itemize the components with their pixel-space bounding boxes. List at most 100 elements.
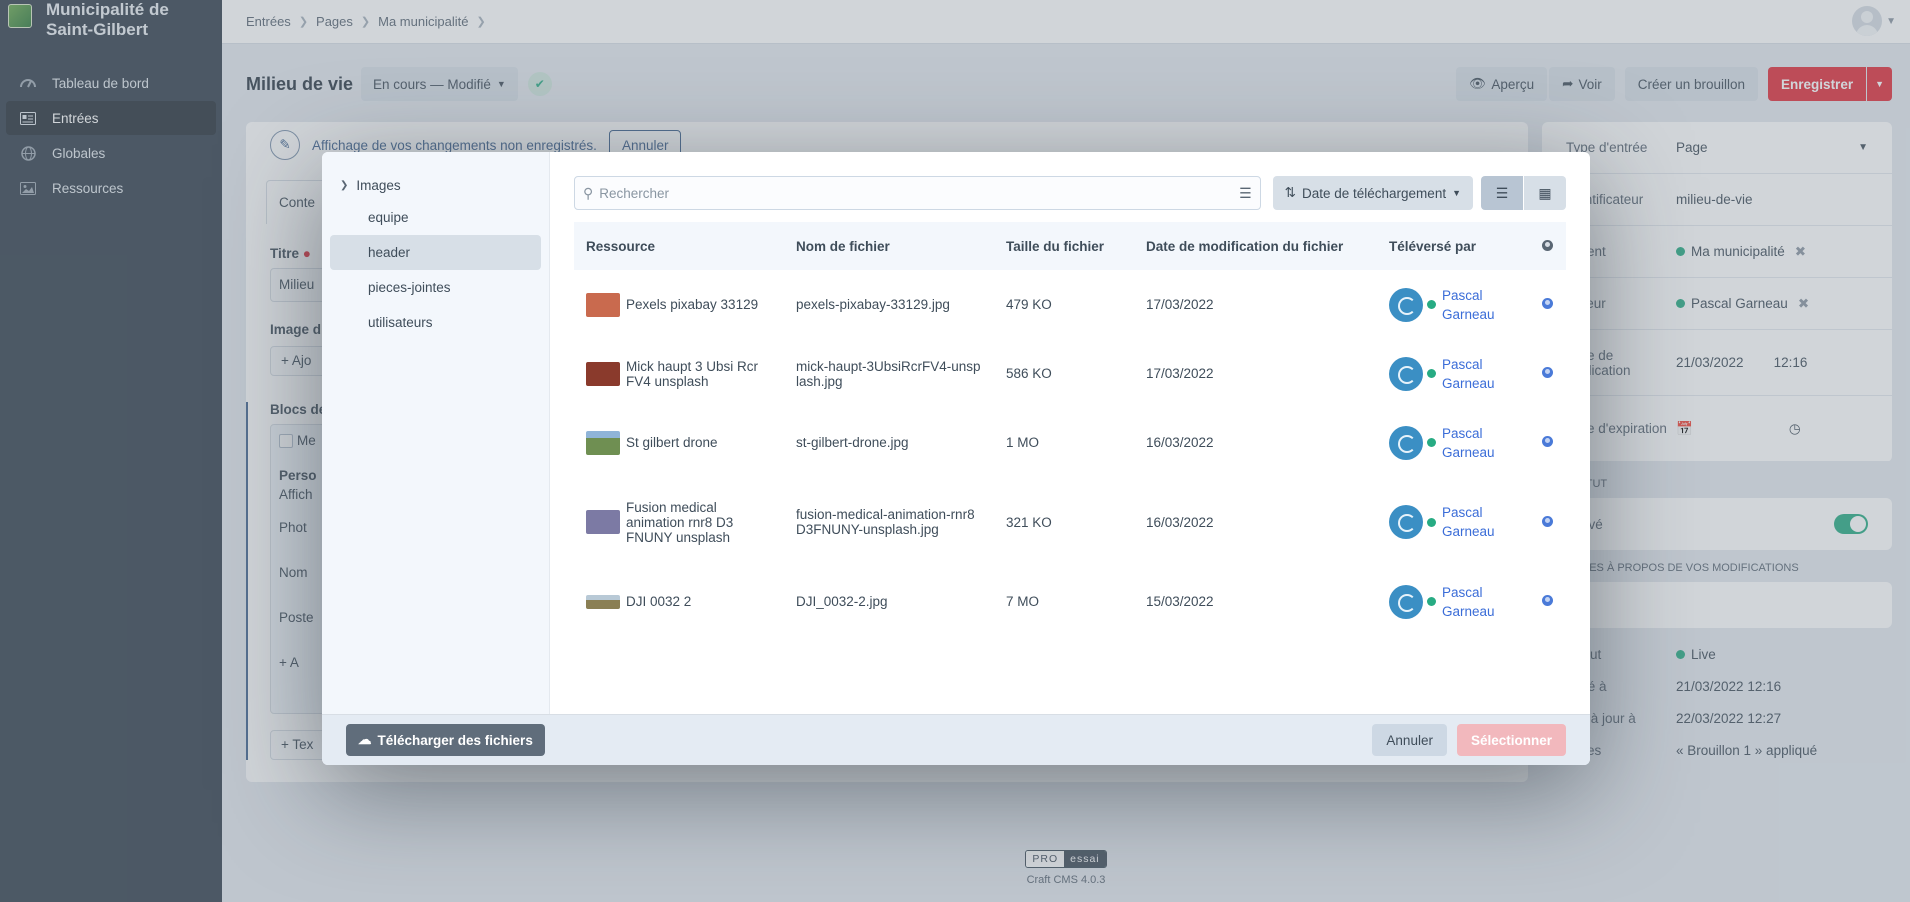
sort-label: Date de téléchargement [1301,185,1447,201]
asset-title: DJI 0032 2 [626,594,692,609]
asset-thumbnail [586,361,620,386]
cell-resource: DJI 0032 2 [574,567,784,636]
source-label: equipe [368,210,409,225]
cell-date: 17/03/2022 [1146,297,1214,312]
source-header[interactable]: header [330,235,541,270]
cell-filename: st-gilbert-drone.jpg [796,435,909,450]
source-label: pieces-jointes [368,280,451,295]
table-row[interactable]: Fusion medical animation rnr8 D3 FNUNY u… [574,477,1566,567]
search-input[interactable] [599,185,1240,201]
search-box[interactable]: ⚲ ☰ [574,176,1261,210]
asset-thumbnail [586,510,620,534]
modal-actions: Annuler Sélectionner [1372,724,1566,756]
status-dot [1427,369,1436,378]
uploader-link[interactable]: Pascal Garneau [1442,355,1502,393]
table-body: Pexels pixabay 33129 pexels-pixabay-3312… [574,270,1566,636]
assets-table: Ressource Nom de fichier Taille du fichi… [574,222,1566,636]
grid-view-button[interactable]: ▦ [1524,176,1566,210]
cell-uploader: Pascal Garneau [1377,408,1530,477]
table-row[interactable]: DJI 0032 2 DJI_0032-2.jpg 7 MO 15/03/202… [574,567,1566,636]
filter-icon[interactable]: ☰ [1239,185,1252,202]
user-avatar [1389,584,1423,619]
table-row[interactable]: St gilbert drone st-gilbert-drone.jpg 1 … [574,408,1566,477]
cell-site [1530,408,1566,477]
asset-selector-modal: ❯ Images equipe header pieces-jointes ut… [322,152,1590,765]
sort-button[interactable]: ⇅ Date de téléchargement ▼ [1272,176,1473,210]
cell-resource: Fusion medical animation rnr8 D3 FNUNY u… [574,477,784,567]
grid-icon: ▦ [1538,184,1552,201]
modal-footer: ☁ Télécharger des fichiers Annuler Sélec… [322,714,1590,765]
asset-title: Fusion medical animation rnr8 D3 FNUNY u… [626,499,734,545]
col-site[interactable] [1530,222,1566,270]
cell-resource: St gilbert drone [574,408,784,477]
cell-date: 16/03/2022 [1146,514,1214,530]
asset-title: Pexels pixabay 33129 [626,297,759,312]
cell-uploader: Pascal Garneau [1377,270,1530,339]
table-header: Ressource Nom de fichier Taille du fichi… [574,222,1566,270]
view-toggle: ☰ ▦ [1481,176,1566,210]
col-uploaded-by[interactable]: Téléversé par [1377,222,1530,270]
col-modified[interactable]: Date de modification du fichier [1134,222,1377,270]
col-filename[interactable]: Nom de fichier [784,222,994,270]
list-icon: ☰ [1495,184,1509,201]
user-avatar [1389,505,1423,539]
asset-toolbar: ⚲ ☰ ⇅ Date de téléchargement ▼ ☰ ▦ [574,176,1566,210]
chevron-down-icon[interactable]: ❯ [340,180,348,191]
cell-size: 7 MO [1006,594,1040,609]
uploader-link[interactable]: Pascal Garneau [1442,503,1502,541]
sort-icon: ⇅ [1284,185,1296,200]
status-dot [1427,438,1436,447]
globe-icon [1542,436,1553,447]
col-resource[interactable]: Ressource [574,222,784,270]
asset-title: St gilbert drone [626,435,718,450]
source-label: utilisateurs [368,315,433,330]
cancel-button[interactable]: Annuler [1372,724,1447,756]
cell-filename: mick-haupt-3UbsiRcrFV4-unsplash.jpg [796,358,981,389]
globe-icon [1542,239,1553,251]
user-avatar [1389,287,1423,322]
cell-filename: DJI_0032-2.jpg [796,594,888,609]
status-dot [1427,597,1436,606]
uploader-link[interactable]: Pascal Garneau [1442,583,1502,621]
cell-uploader: Pascal Garneau [1377,567,1530,636]
source-root-images[interactable]: ❯ Images [322,170,549,200]
select-label: Sélectionner [1470,732,1552,748]
source-equipe[interactable]: equipe [330,200,541,235]
cell-date: 15/03/2022 [1146,594,1214,609]
globe-icon [1542,298,1553,309]
cell-site [1530,477,1566,567]
table-row[interactable]: Pexels pixabay 33129 pexels-pixabay-3312… [574,270,1566,339]
asset-thumbnail [586,594,620,609]
select-button[interactable]: Sélectionner [1456,724,1566,756]
uploader-link[interactable]: Pascal Garneau [1442,424,1502,462]
cell-filename: fusion-medical-animation-rnr8D3FNUNY-uns… [796,507,975,537]
asset-thumbnail [586,292,620,317]
col-size[interactable]: Taille du fichier [994,222,1134,270]
asset-sources: ❯ Images equipe header pieces-jointes ut… [322,152,550,714]
list-view-button[interactable]: ☰ [1481,176,1523,210]
cell-size: 321 KO [1006,514,1052,530]
cell-site [1530,567,1566,636]
cell-filename: pexels-pixabay-33129.jpg [796,297,950,312]
cloud-upload-icon: ☁ [358,732,372,747]
cell-size: 586 KO [1006,366,1052,381]
uploader-link[interactable]: Pascal Garneau [1442,286,1502,324]
source-pieces-jointes[interactable]: pieces-jointes [330,270,541,305]
asset-thumbnail [586,430,620,455]
upload-files-button[interactable]: ☁ Télécharger des fichiers [346,724,545,756]
user-avatar [1389,356,1423,391]
cell-resource: Pexels pixabay 33129 [574,270,784,339]
status-dot [1427,300,1436,309]
source-utilisateurs[interactable]: utilisateurs [330,305,541,340]
cell-resource: Mick haupt 3 Ubsi Rcr FV4 unsplash [574,339,784,408]
globe-icon [1542,515,1553,527]
asset-title: Mick haupt 3 Ubsi Rcr FV4 unsplash [626,358,759,389]
header-row: Ressource Nom de fichier Taille du fichi… [574,222,1566,270]
user-avatar [1389,425,1423,460]
globe-icon [1542,367,1553,378]
table-row[interactable]: Mick haupt 3 Ubsi Rcr FV4 unsplash mick-… [574,339,1566,408]
upload-label: Télécharger des fichiers [377,732,533,748]
cell-site [1530,339,1566,408]
cell-date: 16/03/2022 [1146,435,1214,450]
cell-uploader: Pascal Garneau [1377,477,1530,567]
